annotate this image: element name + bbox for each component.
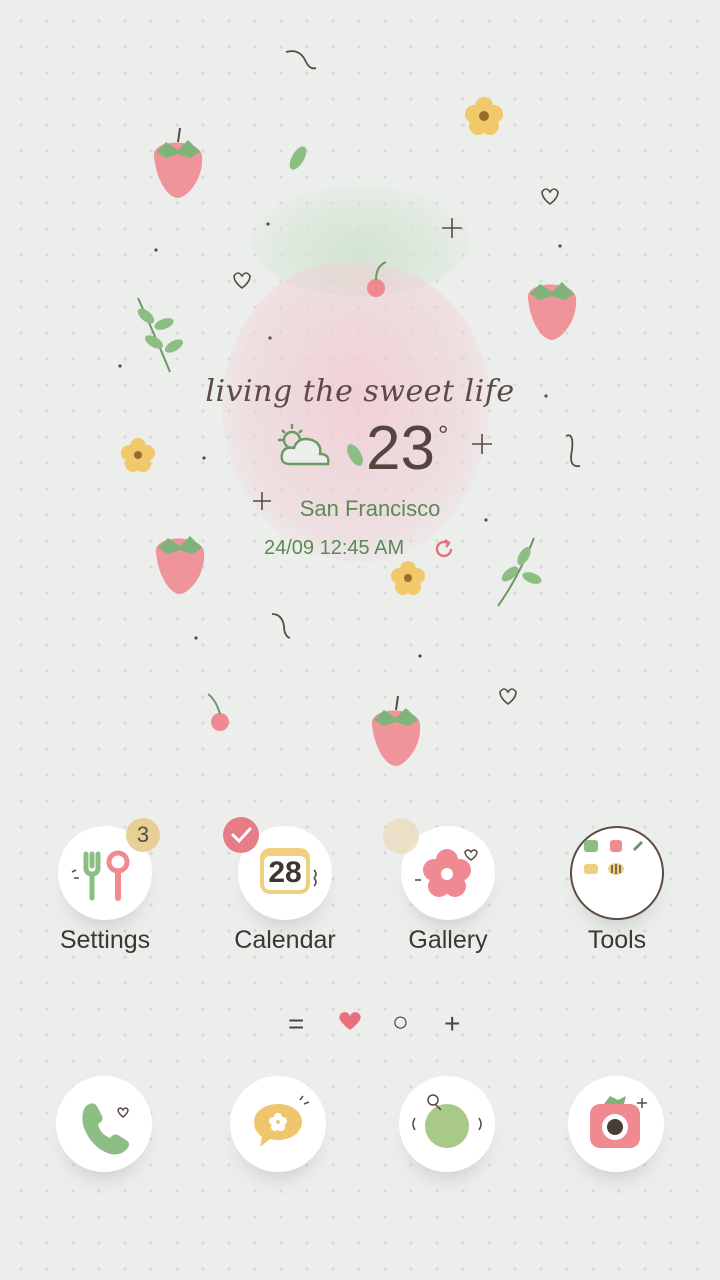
leaf-sprig-icon	[497, 537, 542, 607]
page-indicator-plus[interactable]: +	[444, 1008, 460, 1040]
heart-doodle-icon	[233, 272, 251, 290]
weather-datetime: 24/09 12:45 AM	[264, 537, 405, 559]
page-indicator-circle[interactable]: ○	[392, 1006, 409, 1038]
notification-badge: 3	[126, 818, 160, 852]
dock-messages[interactable]	[193, 1076, 363, 1172]
leaf-sprig-icon	[137, 297, 184, 373]
flower-icon	[465, 97, 503, 135]
strawberry-icon	[155, 536, 205, 594]
squiggle-doodle-icon	[285, 50, 317, 70]
degree-symbol: °	[438, 420, 449, 450]
heart-doodle-icon	[499, 688, 517, 706]
partly-cloudy-icon[interactable]	[272, 420, 338, 472]
internet-glyph	[412, 1094, 482, 1148]
sparkle-icon	[442, 218, 462, 238]
squiggle-doodle-icon	[271, 613, 291, 639]
flower-icon	[391, 561, 425, 595]
temperature[interactable]: 23	[366, 418, 435, 480]
app-label: Settings	[59, 926, 151, 954]
weather-city[interactable]: San Francisco	[0, 496, 720, 522]
flower-icon	[121, 438, 155, 472]
app-settings[interactable]: 3 Settings	[20, 818, 190, 955]
heart-doodle-icon	[541, 188, 559, 206]
dock-camera[interactable]	[531, 1076, 701, 1172]
app-label: Tools	[587, 926, 647, 954]
folder-icon[interactable]	[570, 826, 664, 920]
cherry-icon	[367, 261, 387, 297]
strawberry-icon	[371, 695, 421, 766]
page-indicator-menu[interactable]: =	[288, 1008, 304, 1040]
page-indicator-heart-icon[interactable]	[338, 1010, 362, 1032]
strawberry-icon	[527, 282, 577, 340]
camera-glyph	[590, 1096, 647, 1148]
squiggle-doodle-icon	[565, 434, 581, 468]
leaf-icon	[289, 146, 307, 170]
dock-phone[interactable]	[19, 1076, 189, 1172]
wallpaper-tagline: living the sweet life	[205, 374, 515, 409]
app-gallery[interactable]: Gallery	[363, 818, 533, 955]
gallery-badge-dot	[383, 818, 419, 854]
folder-preview-icons	[584, 840, 644, 875]
refresh-icon[interactable]	[432, 537, 456, 561]
camera-icon[interactable]	[568, 1076, 664, 1172]
app-label: Gallery	[408, 926, 488, 954]
sparkle-icon	[472, 434, 492, 454]
phone-glyph	[82, 1103, 129, 1155]
messages-icon[interactable]	[230, 1076, 326, 1172]
cherry-icon	[207, 693, 229, 731]
internet-icon[interactable]	[399, 1076, 495, 1172]
check-badge-icon	[223, 817, 259, 853]
app-folder-tools[interactable]: Tools	[532, 826, 702, 955]
calendar-date: 28	[268, 856, 302, 889]
app-label: Calendar	[234, 926, 336, 954]
strawberry-icon	[153, 127, 203, 198]
dock-internet[interactable]	[362, 1076, 532, 1172]
messages-glyph	[254, 1095, 310, 1147]
leaf-icon	[347, 444, 363, 466]
phone-icon[interactable]	[56, 1076, 152, 1172]
app-calendar[interactable]: 28 Calendar	[200, 817, 370, 955]
